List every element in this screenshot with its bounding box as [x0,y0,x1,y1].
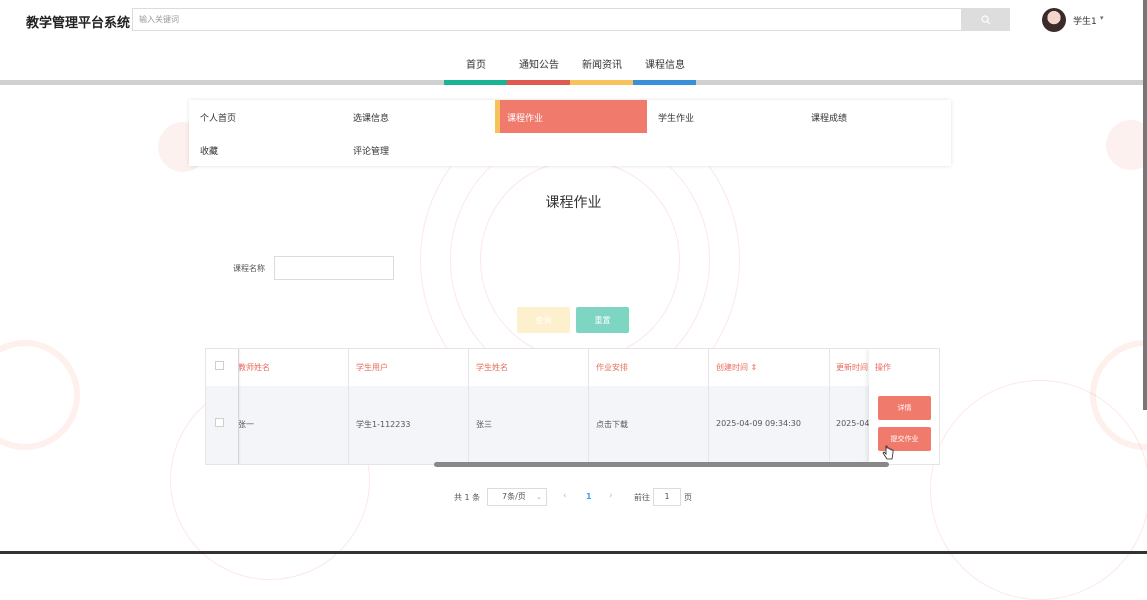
fixed-column-shadow [238,349,241,464]
nav-home[interactable]: 首页 [466,56,486,71]
header-student-name: 学生姓名 [476,363,508,372]
header-operations: 操作 [875,363,891,372]
header-homework: 作业安排 [596,363,628,372]
chevron-down-icon[interactable]: ▾ [1100,14,1104,22]
reset-button[interactable]: 重置 [576,307,629,333]
submenu-comments[interactable]: 评论管理 [353,144,389,157]
main-nav: 首页 通知公告 新闻资讯 课程信息 [0,50,1147,80]
user-name[interactable]: 学生1 [1073,14,1097,27]
page-size-value: 7条/页 [502,492,526,501]
cell-created: 2025-04-09 09:34:30 [716,419,801,428]
nav-underline-home [444,80,507,85]
cell-student-name: 张三 [476,420,492,429]
cell-student-user: 学生1-112233 [356,420,411,429]
table-horizontal-scrollbar[interactable] [434,462,889,467]
header-updated: 更新时间 [836,363,868,372]
nav-news[interactable]: 新闻资讯 [582,56,622,71]
search-icon [981,14,991,24]
detail-button[interactable]: 详情 [878,396,931,420]
pagination-total: 共 1 条 [454,493,481,502]
page-vertical-scrollbar[interactable] [1143,0,1147,410]
submenu-course-select[interactable]: 选课信息 [353,111,389,124]
query-button[interactable]: 查询 [517,307,570,333]
page-size-select[interactable]: 7条/页 ⌄ [487,488,547,506]
header-created-sortable[interactable]: 创建时间 ⇕ [716,362,757,373]
submenu-profile[interactable]: 个人首页 [200,111,236,124]
submenu-homework-label: 课程作业 [507,114,544,124]
col-divider [708,349,709,464]
row-checkbox[interactable] [215,418,224,427]
col-divider [468,349,469,464]
course-name-label: 课程名称 [233,264,265,273]
submenu-grades[interactable]: 课程成绩 [811,111,847,124]
nav-underline-news [570,80,633,85]
hand-cursor-icon [882,445,894,460]
current-page[interactable]: 1 [586,492,592,501]
header-teacher: 教师姓名 [238,363,270,372]
submenu-student-homework[interactable]: 学生作业 [658,111,694,124]
goto-page-input[interactable]: 1 [653,488,681,506]
page-title: 课程作业 [545,195,602,211]
app-logo: 教学管理平台系统 [26,16,131,31]
nav-notice[interactable]: 通知公告 [519,56,559,71]
operations-column: 操作 详情 提交作业 [869,349,939,464]
goto-label: 前往 [634,493,650,502]
avatar[interactable] [1042,8,1066,32]
header-student-user: 学生用户 [356,363,388,372]
col-divider [588,349,589,464]
col-divider [348,349,349,464]
nav-underline-notice [507,80,570,85]
search-input[interactable]: 输入关键词 [132,8,962,31]
search-button[interactable] [962,8,1010,31]
select-all-checkbox[interactable] [215,361,224,370]
prev-page-icon[interactable]: ‹ [563,491,567,501]
next-page-icon[interactable]: › [609,491,613,501]
user-submenu: 个人首页 选课信息 课程作业 学生作业 课程成绩 收藏 评论管理 [189,100,951,166]
page-unit-label: 页 [684,493,692,502]
col-divider [829,349,830,464]
nav-course[interactable]: 课程信息 [645,56,685,71]
chevron-down-icon: ⌄ [536,493,542,501]
cell-homework-download[interactable]: 点击下载 [596,419,628,430]
homework-table: 教师姓名 学生用户 学生姓名 作业安排 创建时间 ⇕ 更新时间 张一 学生1-1… [205,348,940,465]
nav-underline-course [633,80,696,85]
cell-updated: 2025-04 [836,419,870,428]
submenu-favorites[interactable]: 收藏 [200,144,218,157]
submenu-homework-active[interactable]: 课程作业 [495,100,647,133]
course-name-input[interactable] [274,256,394,280]
